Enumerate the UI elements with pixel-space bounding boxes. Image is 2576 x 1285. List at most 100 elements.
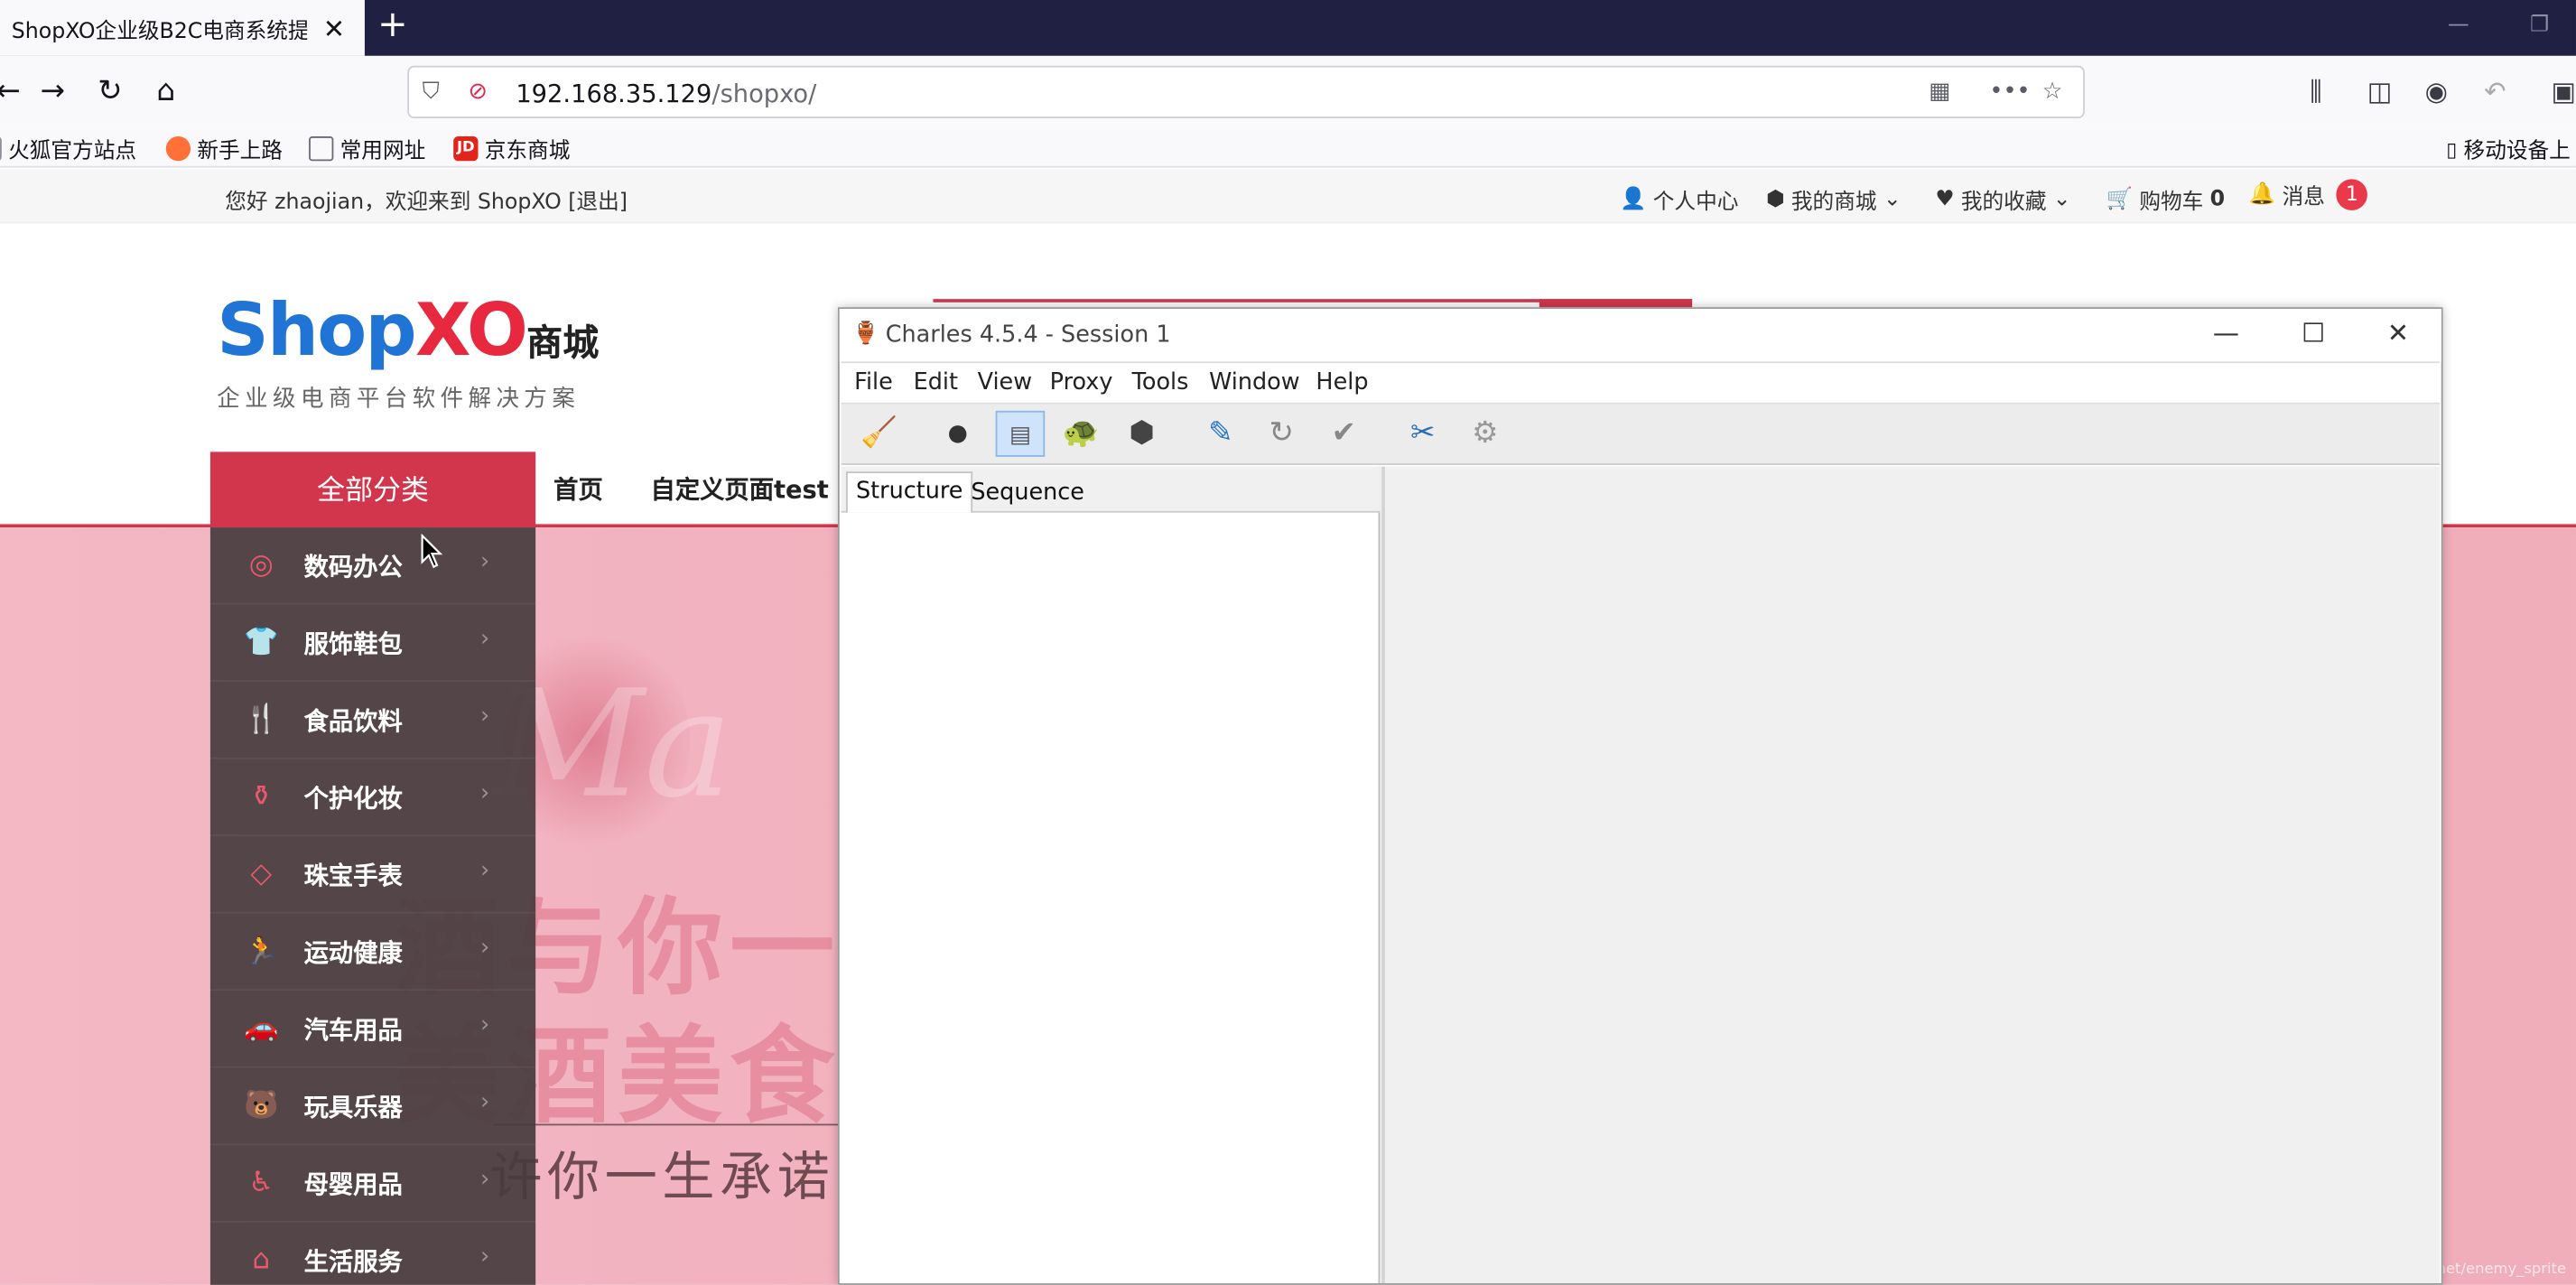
charles-tree-pane[interactable]: Structure Sequence (841, 466, 1381, 1284)
bookmark-item[interactable]: JD 京东商城 (453, 133, 570, 164)
mobile-bookmarks[interactable]: ▯ 移动设备上 (2446, 133, 2571, 164)
bookmark-item[interactable]: 常用网址 (309, 133, 425, 164)
site-logo[interactable]: ShopXO商城 企业级电商平台软件解决方案 (217, 292, 599, 414)
tab-structure[interactable]: Structure (846, 471, 973, 513)
charles-app-icon: 🏺 (852, 321, 879, 347)
tab-title: ShopXO企业级B2C电商系统提 (11, 18, 308, 44)
pen-icon[interactable]: ✎ (1196, 411, 1246, 457)
stop-icon[interactable]: ⬢ (1117, 411, 1167, 457)
diamond-icon: ◇ (250, 857, 273, 891)
firefox-icon (165, 136, 191, 162)
close-icon[interactable]: ✕ (2387, 317, 2409, 349)
browser-titlebar: ShopXO企业级B2C电商系统提 ✕ + — ❐ (0, 0, 2576, 56)
menu-view[interactable]: View (978, 369, 1032, 396)
cutlery-icon: 🍴 (244, 703, 279, 737)
record-icon[interactable]: ● (933, 411, 982, 457)
menu-window[interactable]: Window (1209, 369, 1299, 396)
bookmark-icon (0, 136, 2, 162)
undo-icon[interactable]: ↶ (2484, 76, 2506, 107)
heart-icon: ♥ (1935, 187, 1955, 212)
cube-icon: ⬢ (1765, 187, 1785, 212)
maximize-icon[interactable]: ☐ (2302, 317, 2325, 349)
cart-link[interactable]: 🛒 购物车 0 (2106, 184, 2225, 215)
category-item[interactable]: 👕 服饰鞋包 › (209, 605, 536, 683)
my-mall-link[interactable]: ⬢ 我的商城 ⌄ (1765, 184, 1902, 215)
runner-icon: 🏃 (244, 935, 279, 968)
account-icon[interactable]: ◉ (2425, 76, 2448, 107)
welcome-text[interactable]: 您好 zhaojian，欢迎来到 ShopXO [退出] (225, 184, 628, 215)
tab-sequence[interactable]: Sequence (963, 475, 1093, 516)
menu-file[interactable]: File (854, 369, 893, 396)
sidebar-icon[interactable]: ◫ (2367, 76, 2393, 107)
broom-icon[interactable]: 🧹 (854, 411, 904, 457)
bear-icon: 🐻 (244, 1089, 279, 1122)
check-icon[interactable]: ✔ (1319, 411, 1369, 457)
user-icon: 👤 (1620, 187, 1647, 212)
home-icon[interactable]: ⌂ (148, 74, 184, 110)
menu-proxy[interactable]: Proxy (1050, 369, 1113, 396)
extensions-icon[interactable]: ▣ (2552, 76, 2576, 107)
shield-icon[interactable]: ⛉ (423, 79, 440, 105)
chevron-right-icon: › (480, 1166, 490, 1193)
category-item[interactable]: 🍴 食品饮料 › (209, 682, 536, 759)
category-item[interactable]: ⚱ 个护化妆 › (209, 759, 536, 837)
chevron-right-icon: › (480, 548, 490, 575)
turtle-icon[interactable]: 🐢 (1056, 411, 1106, 457)
refresh-icon[interactable]: ↻ (1257, 411, 1307, 457)
new-tab-button[interactable]: + (373, 5, 413, 47)
charles-window: 🏺 Charles 4.5.4 - Session 1 — ☐ ✕ File E… (837, 307, 2443, 1285)
browser-tab[interactable]: ShopXO企业级B2C电商系统提 ✕ (0, 0, 365, 56)
chevron-right-icon: › (480, 1243, 490, 1271)
browser-navbar: ← → ↻ ⌂ ⛉ ⊘ 192.168.35.129/shopxo/ ▦ •••… (0, 55, 2576, 128)
menu-help[interactable]: Help (1316, 369, 1368, 396)
category-item[interactable]: ⌂ 生活服务 › (210, 1223, 535, 1285)
pane-splitter[interactable] (1381, 466, 1385, 1284)
bookmark-item[interactable]: 新手上路 (165, 133, 283, 164)
nav-custom-page[interactable]: 自定义页面test (651, 471, 829, 506)
bookmark-star-icon[interactable]: ☆ (2042, 79, 2063, 105)
all-categories-button[interactable]: 全部分类 (209, 452, 536, 528)
more-actions-icon[interactable]: ••• (1989, 79, 2030, 105)
back-icon[interactable]: ← (0, 74, 26, 110)
messages-link[interactable]: 🔔 消息 1 (2248, 179, 2368, 210)
category-item[interactable]: 🐻 玩具乐器 › (209, 1068, 536, 1146)
my-favorites-link[interactable]: ♥ 我的收藏 ⌄ (1935, 184, 2071, 215)
minimize-icon[interactable]: — (2213, 317, 2239, 349)
reload-icon[interactable]: ↻ (92, 74, 128, 110)
chevron-right-icon: › (480, 626, 490, 653)
chevron-down-icon: ⌄ (2052, 187, 2071, 212)
category-item[interactable]: 🚗 汽车用品 › (209, 991, 536, 1068)
menu-tools[interactable]: Tools (1132, 369, 1189, 396)
shirt-icon: 👕 (244, 626, 279, 659)
bookmarks-bar: 火狐官方站点 新手上路 常用网址 JD 京东商城 ▯ 移动设备上 (0, 127, 2576, 168)
user-center-link[interactable]: 👤 个人中心 (1620, 184, 1738, 215)
bookmark-item[interactable]: 火狐官方站点 (0, 133, 136, 164)
site-topbar: 您好 zhaojian，欢迎来到 ShopXO [退出] 👤 个人中心 ⬢ 我的商城… (0, 169, 2576, 224)
forward-icon[interactable]: → (34, 74, 70, 110)
insecure-lock-icon[interactable]: ⊘ (469, 79, 488, 105)
category-item[interactable]: ◇ 珠宝手表 › (209, 836, 536, 914)
menu-edit[interactable]: Edit (914, 369, 958, 396)
bell-icon: 🔔 (2248, 182, 2276, 208)
url-bar[interactable]: ⛉ ⊘ 192.168.35.129/shopxo/ ▦ ••• ☆ (407, 65, 2085, 119)
category-item[interactable]: ◎ 数码办公 › (209, 527, 536, 605)
category-menu: ◎ 数码办公 › 👕 服饰鞋包 › 🍴 食品饮料 › ⚱ 个护化妆 › ◇ 珠宝手表 › 🏃 运动健康… (209, 527, 536, 1285)
minimize-icon[interactable]: — (2448, 14, 2469, 38)
qr-code-icon[interactable]: ▦ (1929, 79, 1950, 105)
tools-icon[interactable]: ✂ (1398, 411, 1447, 457)
mouse-cursor-icon (421, 534, 443, 569)
category-item[interactable]: 🏃 运动健康 › (209, 914, 536, 992)
charles-titlebar[interactable]: 🏺 Charles 4.5.4 - Session 1 — ☐ ✕ (839, 309, 2441, 362)
throttle-icon[interactable]: ▤ (995, 410, 1046, 457)
url-text[interactable]: 192.168.35.129/shopxo/ (516, 79, 816, 108)
chevron-right-icon: › (480, 703, 490, 730)
stroller-icon: ♿ (248, 1166, 274, 1200)
restore-icon[interactable]: ❐ (2530, 14, 2549, 38)
close-icon[interactable]: ✕ (323, 14, 345, 45)
settings-icon[interactable]: ⚙ (1461, 411, 1511, 457)
category-item[interactable]: ♿ 母婴用品 › (209, 1145, 536, 1223)
nav-home[interactable]: 首页 (553, 471, 603, 506)
jd-icon: JD (453, 136, 479, 162)
camera-icon: ◎ (248, 548, 274, 582)
library-icon[interactable]: ⫼ (2310, 76, 2321, 108)
